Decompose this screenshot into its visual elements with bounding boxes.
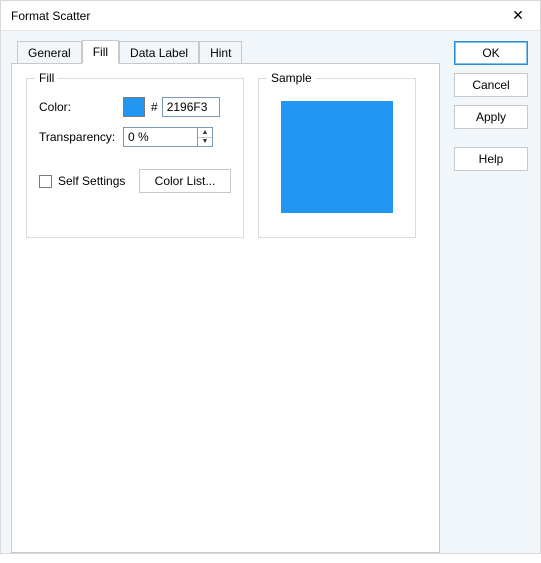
apply-button[interactable]: Apply xyxy=(454,105,528,129)
tab-panel-fill: Fill Color: # Transparency: xyxy=(11,63,440,553)
self-settings-checkbox[interactable] xyxy=(39,175,52,188)
tab-fill[interactable]: Fill xyxy=(82,40,119,64)
transparency-label: Transparency: xyxy=(39,130,123,144)
tab-general[interactable]: General xyxy=(17,41,82,63)
color-label: Color: xyxy=(39,100,123,114)
sample-swatch xyxy=(281,101,393,213)
dialog-body: General Fill Data Label Hint Fill Color:… xyxy=(1,31,540,563)
cancel-button[interactable]: Cancel xyxy=(454,73,528,97)
hash-symbol: # xyxy=(151,100,158,114)
tab-hint[interactable]: Hint xyxy=(199,41,242,63)
ok-button[interactable]: OK xyxy=(454,41,528,65)
fill-group-legend: Fill xyxy=(35,71,58,85)
self-settings-row: Self Settings Color List... xyxy=(39,169,231,193)
right-button-column: OK Cancel Apply Help xyxy=(440,39,530,553)
tabs: General Fill Data Label Hint xyxy=(11,39,440,63)
help-button[interactable]: Help xyxy=(454,147,528,171)
color-swatch[interactable] xyxy=(123,97,145,117)
color-hex-input[interactable] xyxy=(162,97,220,117)
color-list-button[interactable]: Color List... xyxy=(139,169,231,193)
spinner-buttons: ▲ ▼ xyxy=(197,127,213,147)
tabstrip: General Fill Data Label Hint Fill Color:… xyxy=(11,39,440,553)
spinner-down-icon[interactable]: ▼ xyxy=(198,138,212,147)
close-icon[interactable]: ✕ xyxy=(496,1,540,31)
color-row: Color: # xyxy=(39,97,231,117)
transparency-input[interactable] xyxy=(123,127,197,147)
titlebar: Format Scatter ✕ xyxy=(1,1,540,31)
dialog-window: Format Scatter ✕ General Fill Data Label… xyxy=(0,0,541,554)
tab-data-label[interactable]: Data Label xyxy=(119,41,199,63)
sample-group-legend: Sample xyxy=(267,71,316,85)
fill-group: Fill Color: # Transparency: xyxy=(26,78,244,238)
sample-group: Sample xyxy=(258,78,416,238)
self-settings-label: Self Settings xyxy=(58,174,125,188)
left-pane: General Fill Data Label Hint Fill Color:… xyxy=(11,39,440,553)
window-title: Format Scatter xyxy=(11,9,496,23)
transparency-row: Transparency: ▲ ▼ xyxy=(39,127,231,147)
spinner-up-icon[interactable]: ▲ xyxy=(198,128,212,138)
transparency-spinner: ▲ ▼ xyxy=(123,127,213,147)
